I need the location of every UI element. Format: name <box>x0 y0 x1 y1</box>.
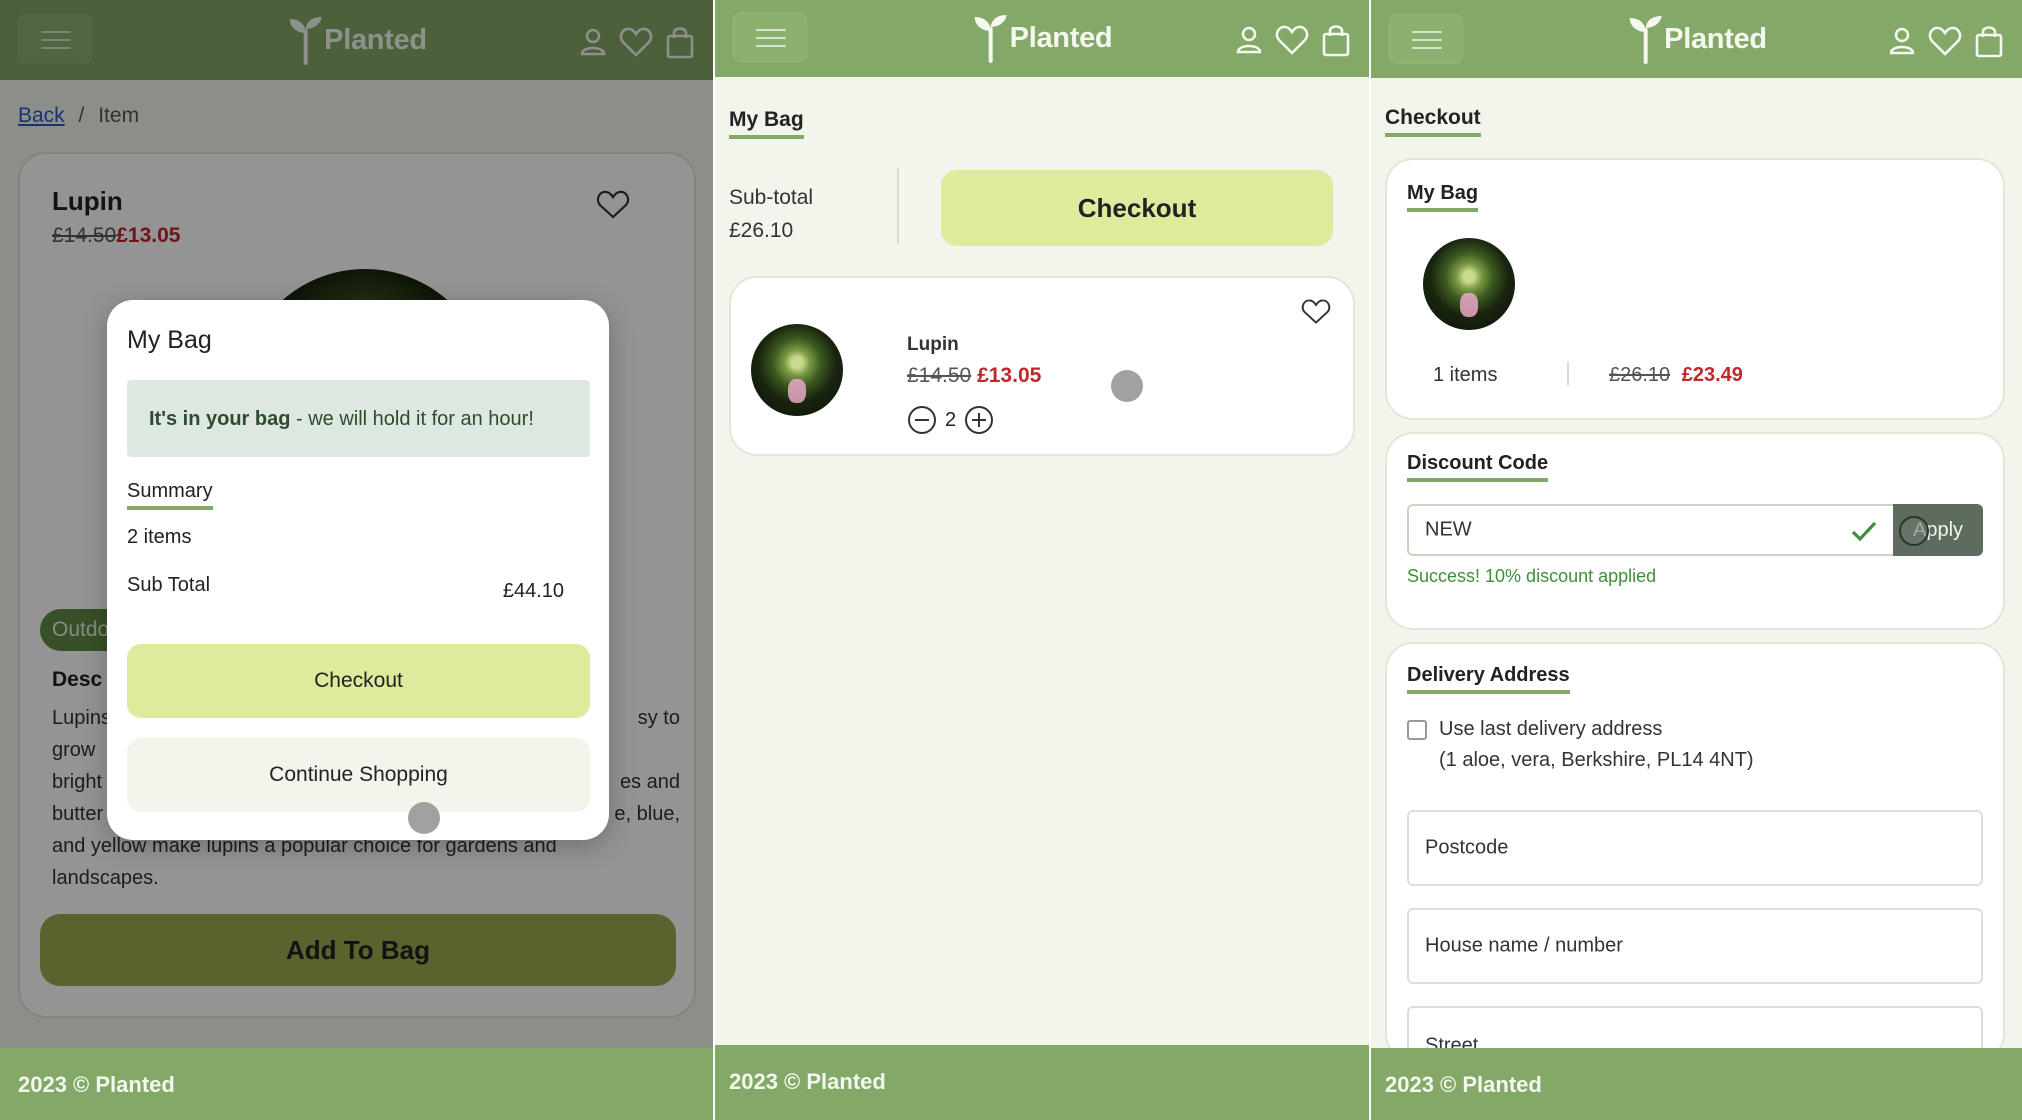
discount-card: Discount Code NEW Apply Success! 10% dis… <box>1385 432 2005 630</box>
sprout-logo-icon <box>974 15 1007 63</box>
minus-circle-icon[interactable] <box>907 405 937 435</box>
bag-notice-bold: It's in your bag <box>149 408 291 430</box>
bag-icon[interactable] <box>1321 23 1351 57</box>
footer-text: 2023 © Planted <box>1385 1072 1542 1097</box>
discount-code-input[interactable]: NEW <box>1407 504 1893 556</box>
subtotal-value: £44.10 <box>502 580 564 602</box>
postcode-field[interactable]: Postcode <box>1407 810 1983 886</box>
quantity-stepper: 2 <box>907 404 994 436</box>
continue-shopping-button[interactable]: Continue Shopping <box>127 738 590 812</box>
logo[interactable]: Planted <box>1626 13 1767 65</box>
header: Planted <box>715 0 1369 77</box>
items-count: 1 items <box>1433 364 1498 386</box>
last-address-text: (1 aloe, vera, Berkshire, PL14 4NT) <box>1439 749 1754 771</box>
touch-indicator <box>1899 516 1929 546</box>
bag-summary-card: My Bag 1 items £26.10 £23.49 <box>1385 158 2005 420</box>
delivery-heading: Delivery Address <box>1407 664 1570 694</box>
footer: 2023 © Planted <box>1371 1048 2022 1120</box>
modal-checkout-button[interactable]: Checkout <box>127 644 590 718</box>
header: Planted <box>1371 0 2022 78</box>
checkout-title: Checkout <box>1385 106 1481 137</box>
menu-icon[interactable] <box>1389 14 1463 64</box>
apply-button[interactable]: Apply <box>1893 504 1983 556</box>
discount-heading: Discount Code <box>1407 452 1549 482</box>
checkout-button[interactable]: Checkout <box>941 170 1333 246</box>
discount-success-message: Success! 10% discount applied <box>1407 566 1657 586</box>
summary-items-count: 2 items <box>127 526 192 548</box>
bag-icon[interactable] <box>1974 24 2004 58</box>
heart-icon[interactable] <box>1275 24 1309 56</box>
item-price: £13.05 <box>977 364 1042 387</box>
heart-icon[interactable] <box>1928 25 1962 57</box>
quantity-value: 2 <box>945 408 957 431</box>
modal-checkout-label: Checkout <box>314 669 403 692</box>
bag-screen: Planted My Bag Sub-total £26.10 Checkout… <box>715 0 1369 1120</box>
bag-item-card: Lupin £14.50 £13.05 2 <box>729 276 1355 456</box>
postcode-placeholder: Postcode <box>1425 836 1509 859</box>
checkout-screen: Planted Checkout My Bag 1 items £26.10 £… <box>1371 0 2022 1120</box>
item-image <box>1423 238 1515 330</box>
modal-title: My Bag <box>127 326 212 354</box>
item-screen: Planted Back / Item Lupin £14.50£13.05 O… <box>0 0 713 1120</box>
bag-title: My Bag <box>729 108 804 139</box>
favourite-heart-icon[interactable] <box>1301 298 1331 326</box>
user-icon[interactable] <box>1235 24 1263 56</box>
discount-code-value: NEW <box>1425 518 1472 541</box>
old-total: £26.10 <box>1609 364 1671 386</box>
footer: 2023 © Planted <box>715 1045 1369 1120</box>
checkout-label: Checkout <box>1077 192 1197 223</box>
item-name: Lupin <box>907 334 959 355</box>
subtotal-label: Sub Total <box>127 574 211 596</box>
delivery-card: Delivery Address Use last delivery addre… <box>1385 642 2005 1082</box>
item-image <box>751 324 843 416</box>
footer-text: 2023 © Planted <box>729 1069 886 1094</box>
touch-indicator <box>408 802 440 834</box>
bag-modal: My Bag It's in your bag - we will hold i… <box>107 300 609 840</box>
subtotal-label: Sub-total <box>729 186 814 209</box>
use-last-address-checkbox[interactable] <box>1407 720 1427 740</box>
bag-summary-heading: My Bag <box>1407 182 1479 212</box>
continue-shopping-label: Continue Shopping <box>269 763 448 786</box>
plus-circle-icon[interactable] <box>964 405 994 435</box>
logo[interactable]: Planted <box>972 12 1113 64</box>
use-last-address-label[interactable]: Use last delivery address <box>1439 718 1662 741</box>
divider <box>897 168 899 244</box>
item-old-price: £14.50 <box>907 364 972 387</box>
discounted-total: £23.49 <box>1681 364 1743 386</box>
bag-notice: It's in your bag - we will hold it for a… <box>127 380 590 457</box>
touch-indicator <box>1111 370 1143 402</box>
divider <box>1567 362 1569 386</box>
house-placeholder: House name / number <box>1425 934 1623 957</box>
brand-name: Planted <box>1009 21 1113 54</box>
menu-icon[interactable] <box>733 12 807 62</box>
brand-name: Planted <box>1664 22 1767 55</box>
subtotal-value: £26.10 <box>729 219 794 242</box>
footer: 2023 © Planted <box>0 1048 713 1120</box>
bag-notice-text: - we will hold it for an hour! <box>290 408 534 430</box>
sprout-logo-icon <box>1629 16 1662 64</box>
user-icon[interactable] <box>1888 25 1916 57</box>
footer-text: 2023 © Planted <box>18 1072 175 1097</box>
summary-heading: Summary <box>127 480 213 510</box>
house-field[interactable]: House name / number <box>1407 908 1983 984</box>
check-icon <box>1851 521 1877 542</box>
